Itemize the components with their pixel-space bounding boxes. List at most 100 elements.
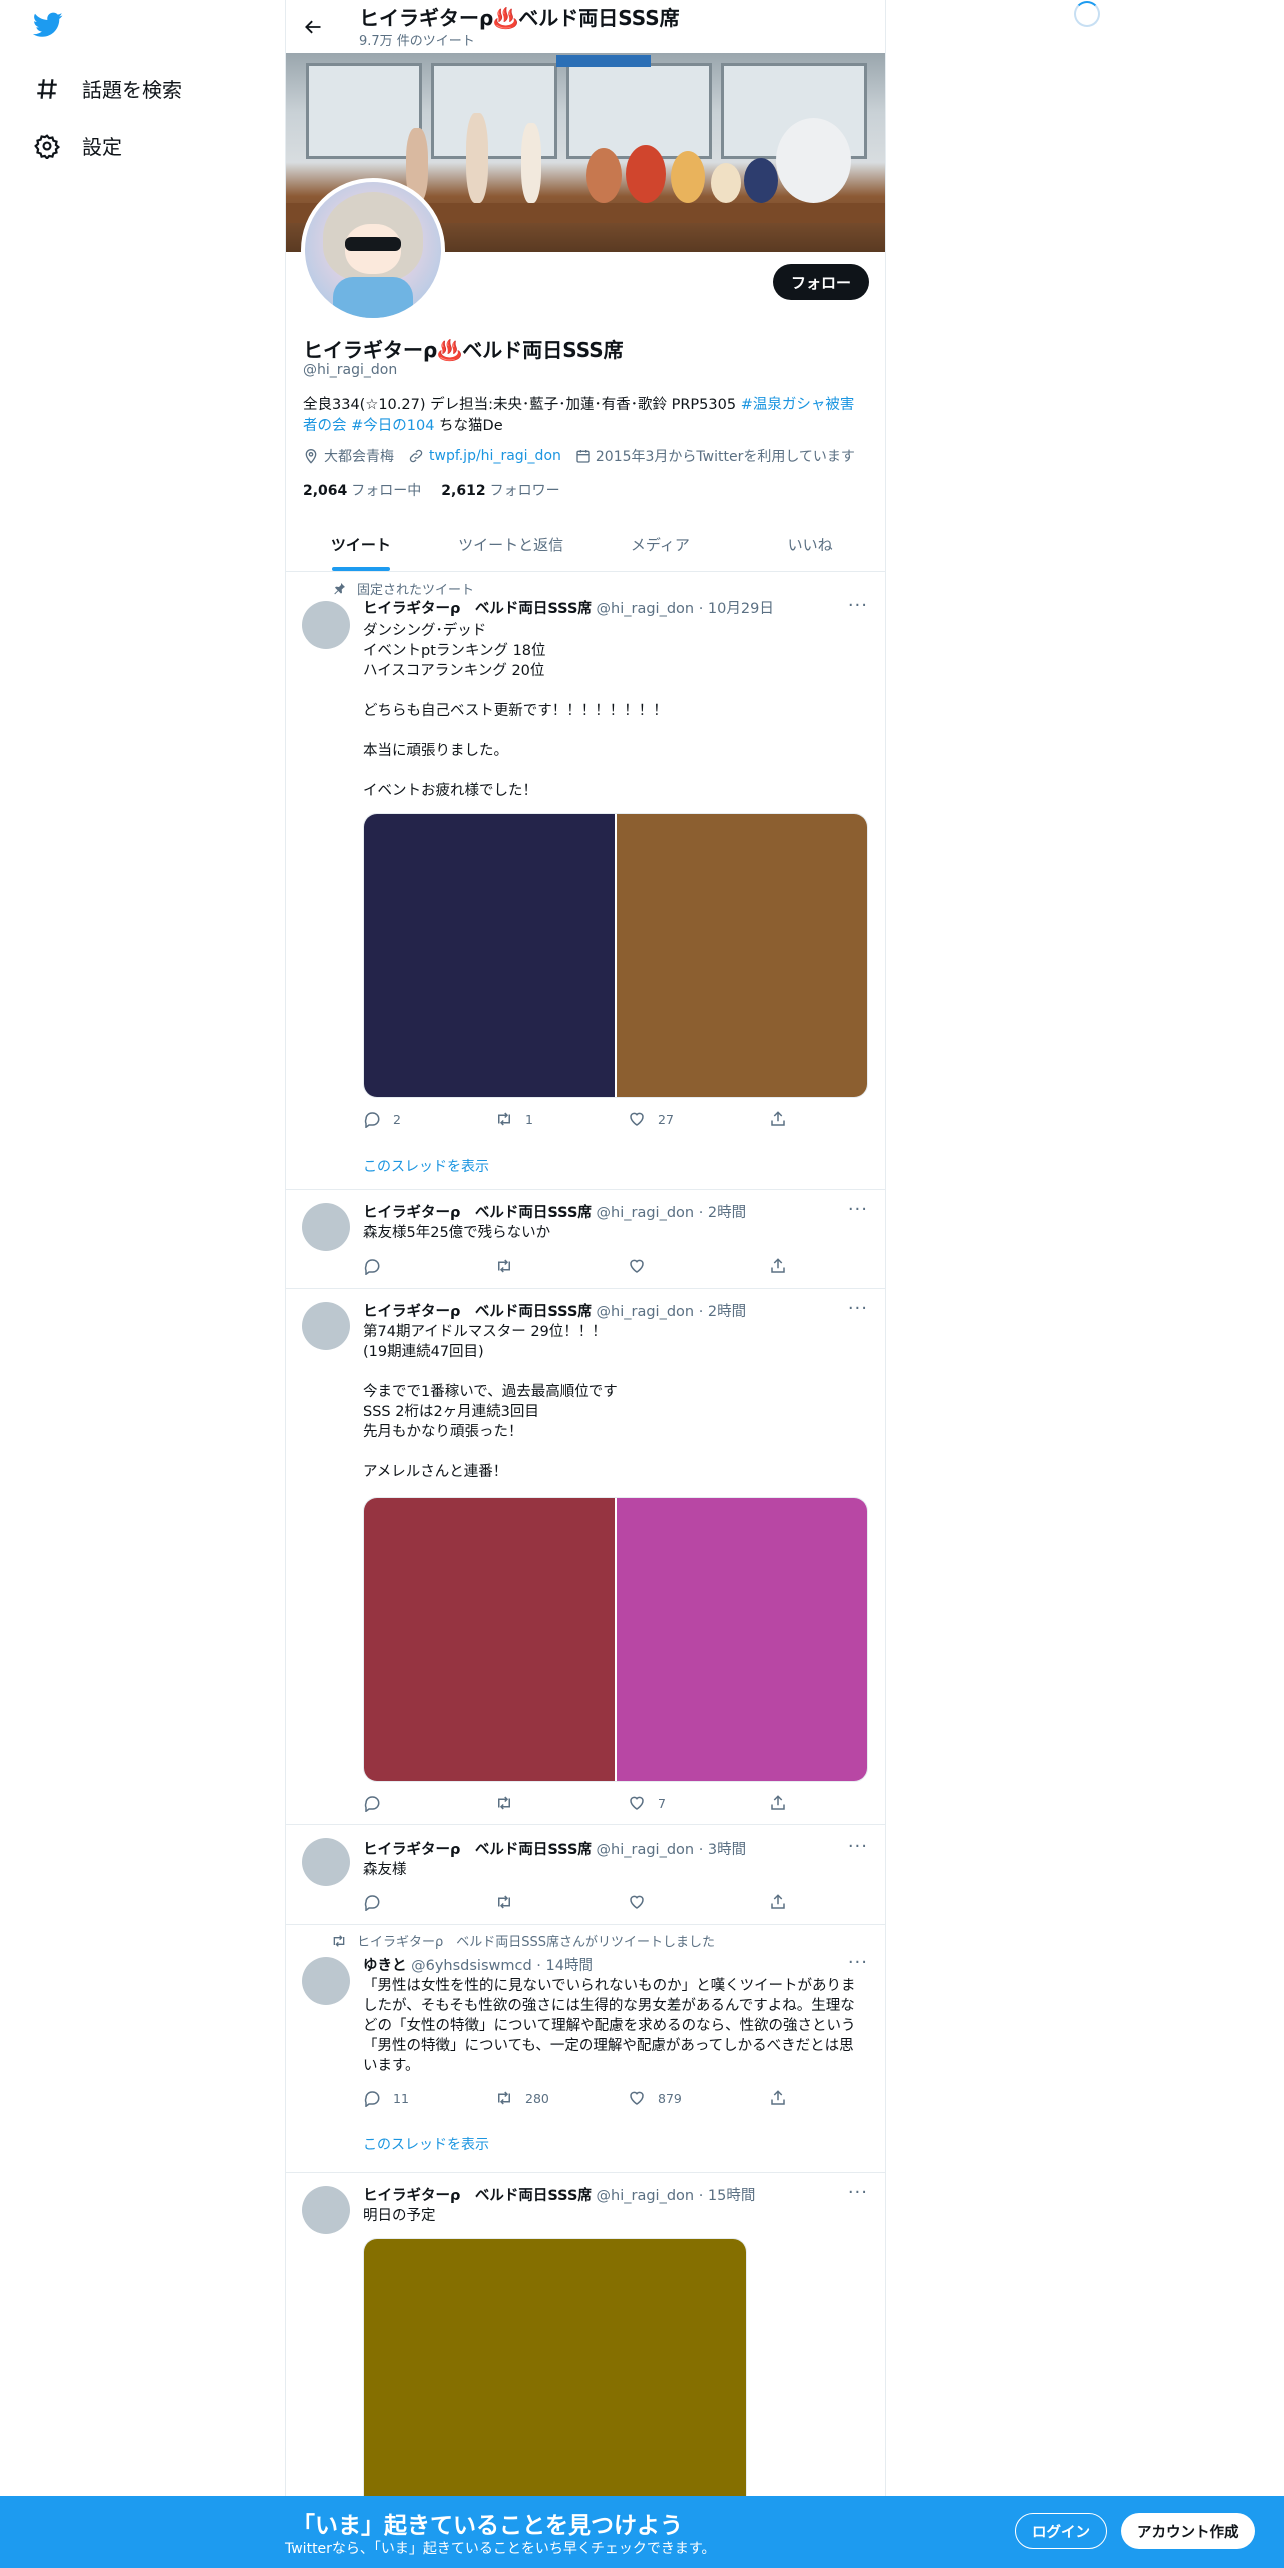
profile-url-link[interactable]: twpf.jp/hi_ragi_don (429, 448, 561, 464)
tweet-author-handle[interactable]: @hi_ragi_don (597, 601, 695, 617)
tweet-author-handle[interactable]: @hi_ragi_don (597, 2188, 695, 2204)
tweet-author-name[interactable]: ゆきと (363, 1958, 407, 1974)
retweet-button[interactable] (495, 1794, 525, 1812)
tweet-author-handle[interactable]: @hi_ragi_don (597, 1205, 695, 1221)
retweet-button[interactable] (495, 1257, 525, 1275)
profile-joined: 2015年3月からTwitterを利用しています (575, 446, 855, 466)
tweet-author-handle[interactable]: @hi_ragi_don (597, 1842, 695, 1858)
tweet[interactable]: ヒイラギターρ ベルド両日SSS席 @hi_ragi_don · 2時間 ···… (286, 1189, 885, 1289)
following-link[interactable]: 2,064 フォロー中 (303, 480, 421, 500)
tweet-author-name[interactable]: ヒイラギターρ ベルド両日SSS席 (363, 601, 592, 617)
reply-icon (364, 1112, 380, 1128)
share-button[interactable] (769, 1794, 787, 1812)
more-icon[interactable]: ··· (848, 1298, 868, 1319)
following-label: フォロー中 (351, 483, 422, 499)
hashtag-link[interactable]: #今日の104 (351, 418, 434, 434)
tab-tweets-and-replies[interactable]: ツイートと返信 (436, 518, 586, 571)
tweet-author-handle[interactable]: @6yhsdsiswmcd (411, 1958, 532, 1974)
share-button[interactable] (769, 1893, 787, 1911)
retweet-button[interactable]: 1 (495, 1110, 533, 1128)
heart-icon (630, 1796, 644, 1810)
tweet-time[interactable]: · 10月29日 (699, 601, 774, 617)
tweet-time[interactable]: · 14時間 (536, 1958, 593, 1974)
tweet-author-name[interactable]: ヒイラギターρ ベルド両日SSS席 (363, 2188, 592, 2204)
tweet[interactable]: 固定されたツイート ヒイラギターρ ベルド両日SSS席 @hi_ragi_don… (286, 571, 885, 1190)
like-button[interactable] (628, 1893, 658, 1911)
show-thread-link[interactable]: このスレッドを表示 (363, 1156, 489, 1176)
signup-button[interactable]: アカウント作成 (1121, 2513, 1255, 2549)
tweet-author-name[interactable]: ヒイラギターρ ベルド両日SSS席 (363, 1842, 592, 1858)
tweet-media-image[interactable] (364, 2239, 746, 2539)
more-icon[interactable]: ··· (848, 1199, 868, 1220)
tweet-author-name[interactable]: ヒイラギターρ ベルド両日SSS席 (363, 1304, 592, 1320)
tweet-time[interactable]: · 2時間 (699, 1304, 746, 1320)
back-button[interactable] (300, 14, 326, 40)
more-icon[interactable]: ··· (848, 2182, 868, 2203)
tweet-author-handle[interactable]: @hi_ragi_don (597, 1304, 695, 1320)
avatar[interactable] (302, 1203, 350, 1251)
nav-settings[interactable]: 設定 (34, 131, 122, 160)
bio-text: 全良334(☆10.27) デレ担当:未央･藍子･加蓮･有香･歌鈴 PRP530… (303, 397, 741, 413)
reply-button[interactable]: 11 (363, 2089, 409, 2107)
profile-avatar[interactable] (301, 178, 445, 322)
more-icon[interactable]: ··· (848, 1836, 868, 1857)
tab-media[interactable]: メディア (586, 518, 736, 571)
avatar[interactable] (302, 601, 350, 649)
tab-tweets[interactable]: ツイート (286, 518, 436, 571)
more-icon[interactable]: ··· (848, 595, 868, 616)
tweet-media[interactable] (363, 2238, 747, 2540)
followers-link[interactable]: 2,612 フォロワー (441, 480, 559, 500)
like-button[interactable]: 879 (628, 2089, 682, 2107)
share-button[interactable] (769, 1110, 787, 1128)
tweet-media[interactable] (363, 813, 868, 1098)
tweet[interactable]: ヒイラギターρ ベルド両日SSS席 @hi_ragi_don · 2時間 ···… (286, 1288, 885, 1825)
tweet-time[interactable]: · 15時間 (699, 2188, 756, 2204)
avatar[interactable] (302, 1838, 350, 1886)
tweet[interactable]: ヒイラギターρ ベルド両日SSS席 @hi_ragi_don · 3時間 ···… (286, 1824, 885, 1925)
tab-likes[interactable]: いいね (735, 518, 885, 571)
share-icon (771, 2090, 785, 2105)
avatar[interactable] (302, 1957, 350, 2005)
avatar[interactable] (302, 1302, 350, 1350)
profile-meta: 大都会青梅 twpf.jp/hi_ragi_don 2015年3月からTwitt… (303, 446, 855, 466)
retweet-button[interactable] (495, 1893, 525, 1911)
reply-button[interactable] (363, 1794, 393, 1812)
tweet-media-image[interactable] (364, 814, 615, 1097)
login-button[interactable]: ログイン (1015, 2513, 1107, 2549)
heart-icon (630, 1112, 644, 1126)
like-button[interactable]: 27 (628, 1110, 674, 1128)
like-button[interactable] (628, 1257, 658, 1275)
followers-count: 2,612 (441, 483, 486, 499)
more-icon[interactable]: ··· (848, 1952, 868, 1973)
profile-name: ヒイラギターρ♨️ベルド両日SSS席 (303, 338, 624, 362)
reply-button[interactable] (363, 1893, 393, 1911)
avatar[interactable] (302, 2186, 350, 2234)
tweet-author-name[interactable]: ヒイラギターρ ベルド両日SSS席 (363, 1205, 592, 1221)
retweet-button[interactable]: 280 (495, 2089, 549, 2107)
retweet-icon (498, 1895, 510, 1909)
reply-count: 11 (393, 2090, 409, 2106)
share-button[interactable] (769, 2089, 787, 2107)
tweet-media-image[interactable] (617, 814, 867, 1097)
share-button[interactable] (769, 1257, 787, 1275)
tweet[interactable]: ヒイラギターρ ベルド両日SSS席さんがリツイートしました ゆきと @6yhsd… (286, 1924, 885, 2173)
retweet-icon (498, 1796, 510, 1810)
hashtag-icon (37, 78, 57, 99)
retweet-icon (333, 1934, 345, 1947)
heart-icon (630, 1895, 644, 1909)
twitter-logo-icon[interactable] (32, 12, 63, 42)
tweet-time[interactable]: · 3時間 (699, 1842, 746, 1858)
tweet-time[interactable]: · 2時間 (699, 1205, 746, 1221)
like-button[interactable]: 7 (628, 1794, 666, 1812)
reply-button[interactable] (363, 1257, 393, 1275)
show-thread-link[interactable]: このスレッドを表示 (363, 2134, 489, 2154)
nav-explore-label: 話題を検索 (82, 78, 182, 102)
tweet-media[interactable] (363, 1497, 868, 1782)
tweet-media-image[interactable] (617, 1498, 867, 1781)
nav-explore[interactable]: 話題を検索 (34, 74, 182, 103)
reply-button[interactable]: 2 (363, 1110, 401, 1128)
follow-button[interactable]: フォロー (772, 264, 869, 300)
location-text: 大都会青梅 (324, 449, 394, 465)
tweet-media-image[interactable] (364, 1498, 615, 1781)
joined-text: 2015年3月からTwitterを利用しています (595, 449, 855, 465)
